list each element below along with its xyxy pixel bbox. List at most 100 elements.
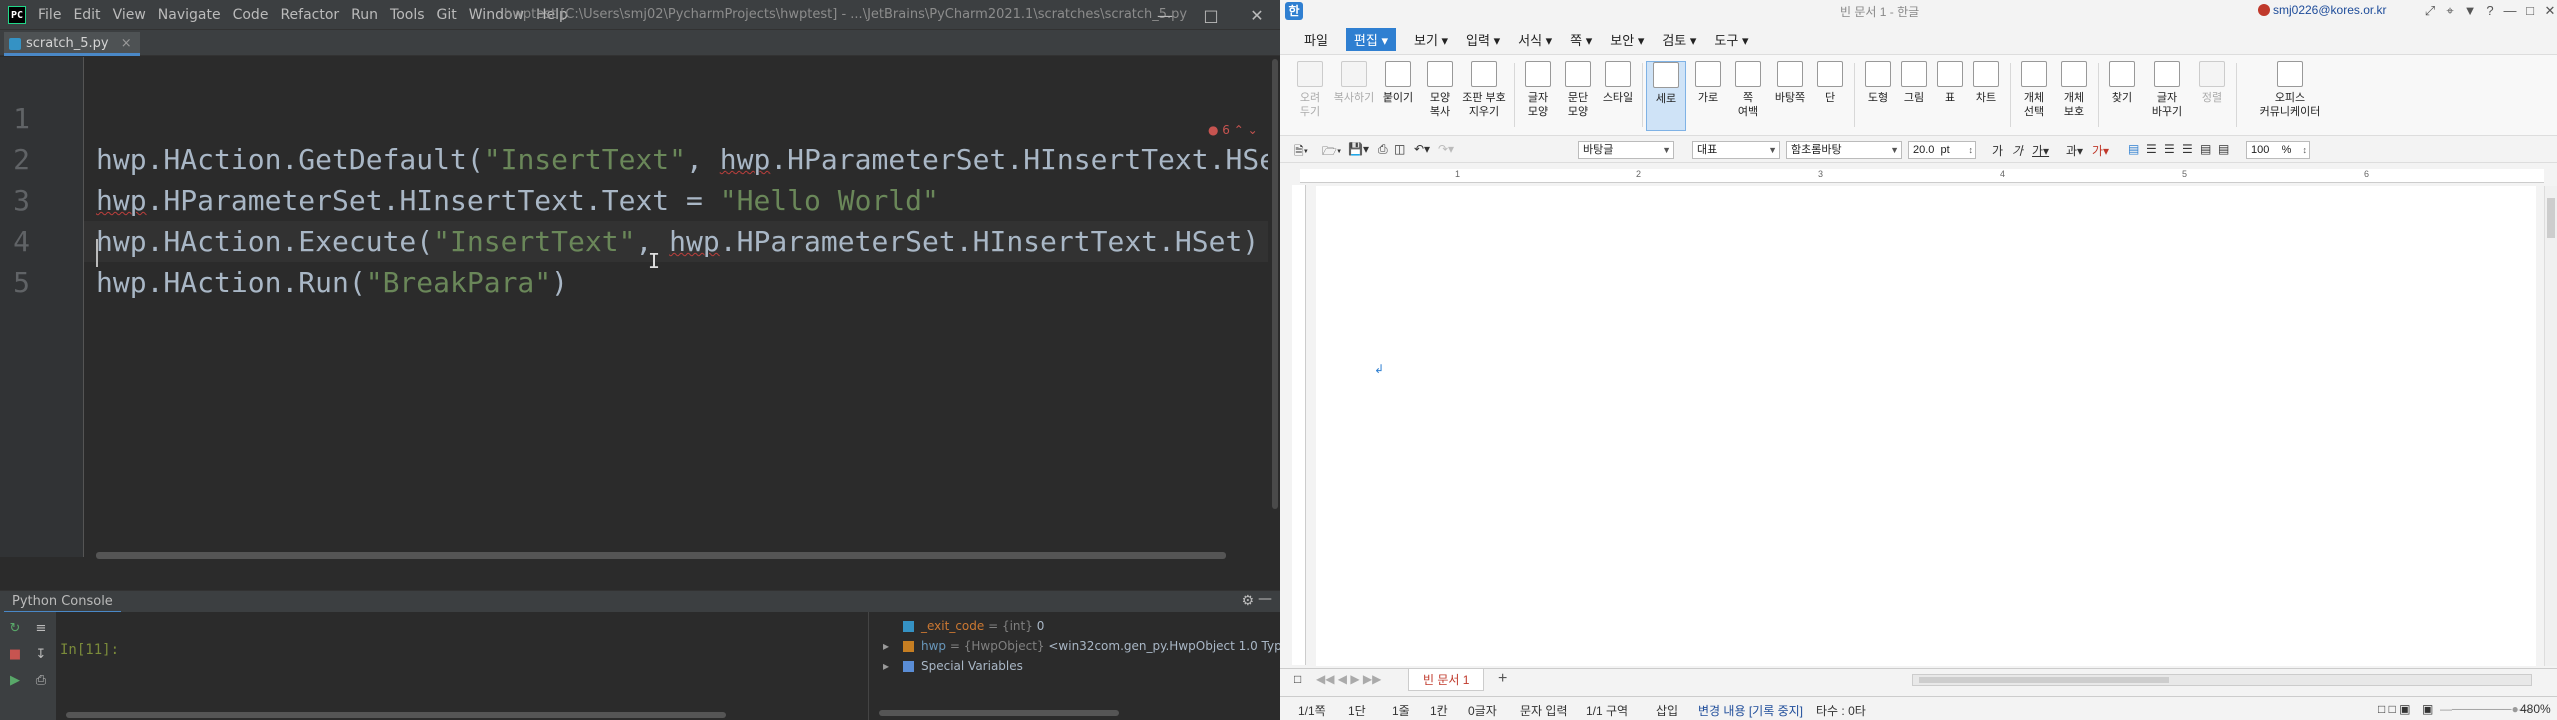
editor-vertical-scrollbar[interactable] bbox=[1270, 57, 1280, 557]
redo-icon[interactable]: ↷▾ bbox=[1438, 142, 1454, 156]
menu-security[interactable]: 보안 ▾ bbox=[1610, 30, 1644, 49]
zoom-fit-icon[interactable]: ▣ bbox=[2422, 702, 2433, 716]
align-justify-icon[interactable]: ▤ bbox=[2128, 142, 2139, 156]
save-icon[interactable]: 💾▾ bbox=[1348, 142, 1369, 156]
menu-tools[interactable]: Tools bbox=[390, 7, 425, 23]
table-button[interactable]: 표 bbox=[1930, 61, 1970, 131]
settings-icon[interactable]: ▼ bbox=[2460, 0, 2480, 22]
console-output[interactable]: In[11]: bbox=[56, 612, 868, 720]
page-margin-button[interactable]: 쪽 여백 bbox=[1728, 61, 1768, 131]
align-center-icon[interactable]: ☰ bbox=[2164, 142, 2175, 156]
para-style-select[interactable]: 바탕글 ▼ bbox=[1578, 141, 1674, 159]
add-tab-icon[interactable]: + bbox=[1498, 670, 1507, 688]
font-color-icon[interactable]: 가▾ bbox=[2092, 142, 2109, 159]
menu-insert[interactable]: 입력 ▾ bbox=[1466, 30, 1500, 49]
help-icon[interactable]: ? bbox=[2480, 0, 2500, 22]
scrollbar-thumb[interactable] bbox=[2547, 198, 2555, 238]
rerun-icon[interactable]: ↻ bbox=[4, 618, 26, 640]
scroll-to-end-icon[interactable]: ↧ bbox=[30, 644, 52, 666]
style-button[interactable]: 스타일 bbox=[1598, 61, 1638, 131]
doc-list-icon[interactable]: □ bbox=[1294, 672, 1301, 686]
scrollbar-thumb[interactable] bbox=[1919, 677, 2169, 683]
maximize-icon[interactable]: □ bbox=[1188, 0, 1234, 30]
column-button[interactable]: 단 bbox=[1810, 61, 1850, 131]
menu-review[interactable]: 검토 ▾ bbox=[1662, 30, 1696, 49]
menu-git[interactable]: Git bbox=[437, 7, 457, 23]
menu-tools[interactable]: 도구 ▾ bbox=[1714, 30, 1748, 49]
font-size-input[interactable]: 20.0 pt ↕ bbox=[1908, 141, 1976, 159]
menu-navigate[interactable]: Navigate bbox=[158, 7, 221, 23]
horizontal-ruler[interactable]: 1 2 3 4 5 6 bbox=[1300, 169, 2544, 183]
stop-icon[interactable]: ■ bbox=[4, 644, 26, 666]
menu-run[interactable]: Run bbox=[351, 7, 378, 23]
portrait-button[interactable]: 세로 bbox=[1646, 61, 1686, 131]
close-icon[interactable]: ✕ bbox=[2540, 0, 2557, 22]
minimize-icon[interactable]: — bbox=[2500, 0, 2520, 22]
tab-nav-icon[interactable]: ◀◀ ◀ ▶ ▶▶ bbox=[1316, 672, 1381, 686]
menu-file[interactable]: File bbox=[38, 7, 61, 23]
office-communicator-button[interactable]: 오피스 커뮤니케이터 bbox=[2252, 61, 2328, 131]
paste-button[interactable]: 붙이기 bbox=[1378, 61, 1418, 131]
variable-row[interactable]: ▸ hwp = {HwpObject} <win32com.gen_py.Hwp… bbox=[869, 636, 1281, 656]
view-mode-icons[interactable]: □ □ ▣ bbox=[2378, 702, 2411, 716]
document-horizontal-scrollbar[interactable] bbox=[1912, 674, 2532, 686]
find-button[interactable]: 찾기 bbox=[2102, 61, 2142, 131]
variable-row[interactable]: _exit_code = {int} 0 bbox=[869, 616, 1281, 636]
shape-button[interactable]: 도형 bbox=[1858, 61, 1898, 131]
char-shape-button[interactable]: 글자 모양 bbox=[1518, 61, 1558, 131]
bold-icon[interactable]: 가 bbox=[1992, 142, 2003, 159]
document-page[interactable]: ↲ bbox=[1316, 186, 2536, 666]
hide-panel-icon[interactable]: — bbox=[1258, 591, 1272, 607]
zoom-select[interactable]: 100 % ↕ bbox=[2246, 141, 2310, 159]
minimize-icon[interactable]: — bbox=[1142, 0, 1188, 30]
menu-edit[interactable]: 편집 ▾ bbox=[1345, 27, 1396, 51]
strikeout-icon[interactable]: 과▾ bbox=[2066, 142, 2083, 159]
status-zoom-level[interactable]: 480% bbox=[2520, 702, 2551, 716]
menu-view[interactable]: View bbox=[113, 7, 146, 23]
menu-refactor[interactable]: Refactor bbox=[280, 7, 339, 23]
picture-button[interactable]: 그림 bbox=[1894, 61, 1934, 131]
format-copy-button[interactable]: 모양 복사 bbox=[1420, 61, 1460, 131]
soft-wrap-icon[interactable]: ≡ bbox=[30, 618, 52, 640]
tab-python-console[interactable]: Python Console bbox=[4, 591, 121, 613]
menu-edit[interactable]: Edit bbox=[73, 7, 100, 23]
language-select[interactable]: 대표 ▼ bbox=[1692, 141, 1780, 159]
user-account[interactable]: smj0226@kores.or.kr bbox=[2258, 3, 2387, 17]
scrollbar-thumb[interactable] bbox=[1272, 59, 1278, 509]
align-left-icon[interactable]: ☰ bbox=[2146, 142, 2157, 156]
clear-marks-button[interactable]: 조판 부호 지우기 bbox=[1460, 61, 1508, 131]
object-protect-button[interactable]: 개체 보호 bbox=[2054, 61, 2094, 131]
preview-icon[interactable]: ◫ bbox=[1394, 142, 1405, 156]
open-icon[interactable]: 🗁▾ bbox=[1322, 142, 1341, 163]
execute-icon[interactable]: ▶ bbox=[4, 670, 26, 692]
tab-blank-document[interactable]: 빈 문서 1 bbox=[1408, 669, 1485, 691]
print-icon[interactable]: ⎙ bbox=[1378, 142, 1388, 157]
object-select-button[interactable]: 개체 선택 bbox=[2014, 61, 2054, 131]
tab-close-icon[interactable]: × bbox=[121, 36, 132, 51]
console-scrollbar[interactable] bbox=[66, 712, 726, 718]
align-right-icon[interactable]: ☰ bbox=[2182, 142, 2193, 156]
code-editor[interactable]: 1 hwp.HAction.GetDefault("InsertText", h… bbox=[0, 57, 1268, 557]
status-insert-mode[interactable]: 삽입 bbox=[1656, 702, 1678, 719]
align-distribute-icon[interactable]: ▤ bbox=[2200, 142, 2211, 156]
cut-button[interactable]: 오려 두기 bbox=[1290, 61, 1330, 131]
layout-icon[interactable]: ⌖ bbox=[2440, 0, 2460, 22]
document-vertical-scrollbar[interactable] bbox=[2544, 186, 2557, 666]
warnings-indicator[interactable]: ● 6 ⌃ ⌄ bbox=[1208, 123, 1258, 137]
status-track-changes[interactable]: 변경 내용 [기록 중지] bbox=[1698, 702, 1803, 719]
font-select[interactable]: 함초롬바탕 ▼ bbox=[1786, 141, 1902, 159]
editor-horizontal-scrollbar[interactable] bbox=[96, 552, 1226, 559]
chart-button[interactable]: 차트 bbox=[1966, 61, 2006, 131]
chevron-right-icon[interactable]: ▸ bbox=[883, 656, 889, 676]
align-split-icon[interactable]: ▤ bbox=[2218, 142, 2229, 156]
copy-button[interactable]: 복사하기 bbox=[1332, 61, 1376, 131]
landscape-button[interactable]: 가로 bbox=[1688, 61, 1728, 131]
menu-file[interactable]: 파일 bbox=[1304, 30, 1328, 49]
vertical-ruler[interactable] bbox=[1292, 185, 1306, 665]
tab-scratch[interactable]: scratch_5.py × bbox=[4, 32, 140, 56]
close-icon[interactable]: ✕ bbox=[1234, 0, 1280, 30]
menu-code[interactable]: Code bbox=[233, 7, 269, 23]
menu-page[interactable]: 쪽 ▾ bbox=[1570, 30, 1592, 49]
new-doc-icon[interactable]: 🗎▾ bbox=[1294, 142, 1308, 163]
underline-icon[interactable]: 가▾ bbox=[2032, 142, 2049, 159]
